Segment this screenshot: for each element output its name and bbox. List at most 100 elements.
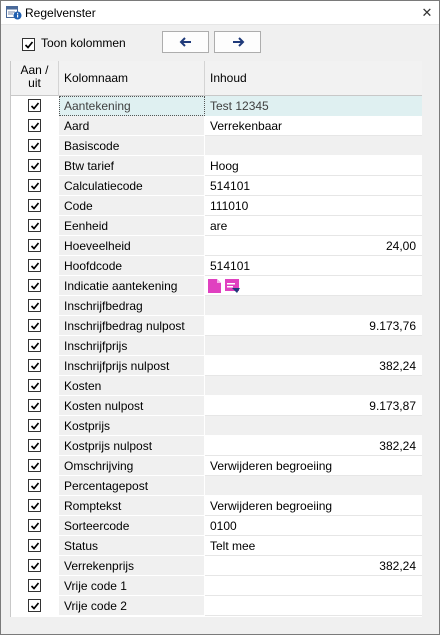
table-row[interactable]: Sorteercode 0100 [11,516,422,536]
table-row[interactable]: Basiscode [11,136,422,156]
content-cell[interactable]: Verwijderen begroeiing [205,456,422,476]
row-checkbox[interactable] [28,179,41,192]
row-toggle-cell[interactable] [11,576,59,596]
row-toggle-cell[interactable] [11,176,59,196]
content-cell[interactable]: Verrekenbaar [205,116,422,136]
table-row[interactable]: Status Telt mee [11,536,422,556]
row-toggle-cell[interactable] [11,236,59,256]
table-row[interactable]: Indicatie aantekening [11,276,422,296]
content-cell[interactable]: 24,00 [205,236,422,256]
header-inhoud[interactable]: Inhoud [205,61,422,96]
table-row[interactable]: Inschrijfbedrag [11,296,422,316]
column-name-cell[interactable]: Basiscode [59,136,205,156]
row-checkbox[interactable] [28,439,41,452]
content-cell[interactable]: are [205,216,422,236]
column-name-cell[interactable]: Hoofdcode [59,256,205,276]
content-cell[interactable]: Hoog [205,156,422,176]
row-toggle-cell[interactable] [11,596,59,616]
content-cell[interactable]: 0100 [205,516,422,536]
content-cell[interactable]: 382,24 [205,356,422,376]
show-columns-checkbox[interactable] [22,38,35,52]
row-checkbox[interactable] [28,319,41,332]
row-toggle-cell[interactable] [11,436,59,456]
content-cell[interactable]: Verwijderen begroeiing [205,496,422,516]
row-checkbox[interactable] [28,279,41,292]
table-row[interactable]: Inschrijfbedrag nulpost 9.173,76 [11,316,422,336]
content-cell[interactable]: 9.173,76 [205,316,422,336]
column-name-cell[interactable]: Sorteercode [59,516,205,536]
row-checkbox[interactable] [28,139,41,152]
row-checkbox[interactable] [28,459,41,472]
column-name-cell[interactable]: Btw tarief [59,156,205,176]
row-checkbox[interactable] [28,359,41,372]
row-toggle-cell[interactable] [11,136,59,156]
column-name-cell[interactable]: Kosten nulpost [59,396,205,416]
column-name-cell[interactable]: Inschrijfprijs [59,336,205,356]
table-row[interactable]: Aard Verrekenbaar [11,116,422,136]
table-row[interactable]: Aantekening Test 12345 [11,96,422,116]
header-kolomnaam[interactable]: Kolomnaam [59,61,205,96]
row-checkbox[interactable] [28,399,41,412]
content-cell[interactable]: Test 12345 [205,96,422,116]
column-name-cell[interactable]: Kosten [59,376,205,396]
column-name-cell[interactable]: Verrekenprijs [59,556,205,576]
table-row[interactable]: Vrije code 2 [11,596,422,616]
column-name-cell[interactable]: Vrije code 1 [59,576,205,596]
row-toggle-cell[interactable] [11,376,59,396]
table-row[interactable]: Btw tarief Hoog [11,156,422,176]
row-toggle-cell[interactable] [11,196,59,216]
title-bar[interactable]: Regelvenster ✕ [1,1,439,25]
content-cell[interactable] [205,576,422,596]
table-row[interactable]: Omschrijving Verwijderen begroeiing [11,456,422,476]
content-cell[interactable]: 382,24 [205,556,422,576]
column-name-cell[interactable]: Aard [59,116,205,136]
table-row[interactable]: Percentagepost [11,476,422,496]
content-cell[interactable]: 111010 [205,196,422,216]
row-checkbox[interactable] [28,579,41,592]
row-checkbox[interactable] [28,539,41,552]
row-toggle-cell[interactable] [11,296,59,316]
content-cell[interactable]: 9.173,87 [205,396,422,416]
row-checkbox[interactable] [28,519,41,532]
row-toggle-cell[interactable] [11,216,59,236]
row-checkbox[interactable] [28,379,41,392]
row-toggle-cell[interactable] [11,496,59,516]
row-checkbox[interactable] [28,259,41,272]
next-button[interactable] [214,31,261,53]
row-checkbox[interactable] [28,339,41,352]
column-name-cell[interactable]: Hoeveelheid [59,236,205,256]
table-row[interactable]: Code 111010 [11,196,422,216]
content-cell[interactable]: 382,24 [205,436,422,456]
row-toggle-cell[interactable] [11,96,59,116]
column-name-cell[interactable]: Status [59,536,205,556]
row-toggle-cell[interactable] [11,316,59,336]
column-name-cell[interactable]: Inschrijfbedrag nulpost [59,316,205,336]
row-toggle-cell[interactable] [11,536,59,556]
content-cell[interactable] [205,296,422,316]
table-row[interactable]: Kosten nulpost 9.173,87 [11,396,422,416]
table-row[interactable]: Romptekst Verwijderen begroeiing [11,496,422,516]
column-name-cell[interactable]: Kostprijs nulpost [59,436,205,456]
content-cell[interactable] [205,376,422,396]
column-name-cell[interactable]: Code [59,196,205,216]
column-name-cell[interactable]: Kostprijs [59,416,205,436]
row-checkbox[interactable] [28,119,41,132]
column-name-cell[interactable]: Romptekst [59,496,205,516]
row-checkbox[interactable] [28,219,41,232]
show-columns-toggle[interactable]: Toon kolommen [22,36,126,52]
row-toggle-cell[interactable] [11,516,59,536]
table-row[interactable]: Vrije code 1 [11,576,422,596]
content-cell[interactable] [205,136,422,156]
row-checkbox[interactable] [28,159,41,172]
row-checkbox[interactable] [28,299,41,312]
previous-button[interactable] [162,31,209,53]
content-cell[interactable]: Telt mee [205,536,422,556]
column-name-cell[interactable]: Percentagepost [59,476,205,496]
row-checkbox[interactable] [28,479,41,492]
row-checkbox[interactable] [28,499,41,512]
table-row[interactable]: Verrekenprijs 382,24 [11,556,422,576]
row-toggle-cell[interactable] [11,116,59,136]
row-toggle-cell[interactable] [11,356,59,376]
column-name-cell[interactable]: Inschrijfprijs nulpost [59,356,205,376]
table-row[interactable]: Eenheid are [11,216,422,236]
